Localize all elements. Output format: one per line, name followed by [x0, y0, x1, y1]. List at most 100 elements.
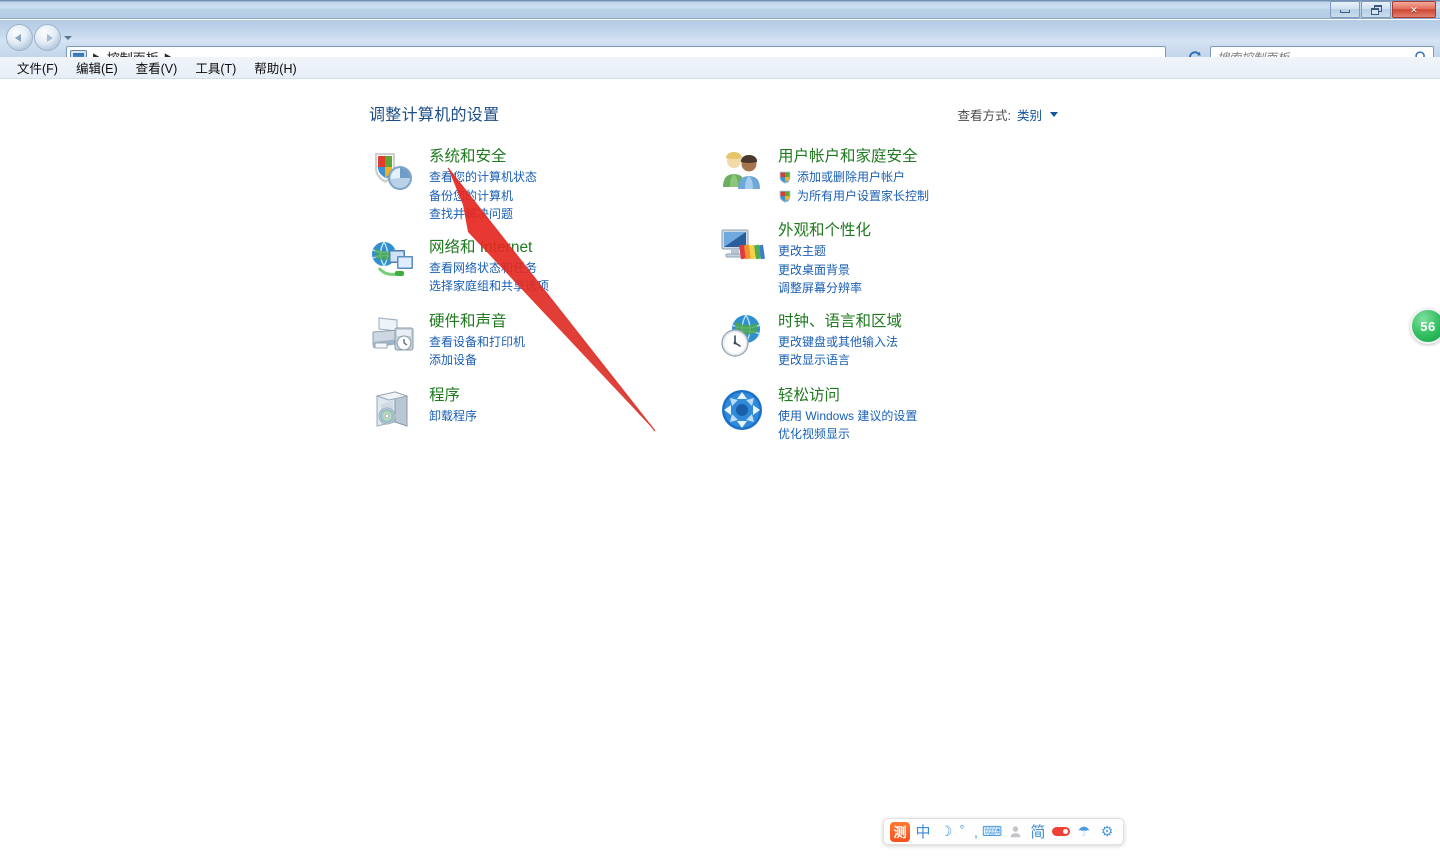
- appearance-monitor-icon: [721, 229, 765, 260]
- moon-glyph: ☽: [939, 823, 953, 839]
- category-link-label: 调整屏幕分辨率: [778, 281, 863, 295]
- category-link[interactable]: 更改键盘或其他输入法: [778, 333, 1068, 352]
- forward-button[interactable]: [34, 24, 61, 51]
- category-link[interactable]: 查看设备和打印机: [429, 333, 719, 352]
- category-title[interactable]: 时钟、语言和区域: [778, 312, 902, 331]
- category-link[interactable]: 为所有用户设置家长控制: [778, 187, 1068, 206]
- menu-help[interactable]: 帮助(H): [245, 56, 305, 79]
- simplified-chinese-glyph: 简: [1030, 824, 1046, 841]
- chevron-down-icon[interactable]: [1050, 112, 1058, 117]
- category-link-label: 添加设备: [429, 353, 478, 367]
- category-link-label: 更改主题: [778, 244, 827, 258]
- menu-view[interactable]: 查看(V): [127, 56, 187, 79]
- programs-box-icon[interactable]: [369, 386, 421, 438]
- category-link[interactable]: 查看网络状态和任务: [429, 259, 719, 278]
- minimize-button[interactable]: [1330, 1, 1360, 18]
- menu-bar: 文件(F) 编辑(E) 查看(V) 工具(T) 帮助(H): [0, 57, 1440, 79]
- window-controls: ×: [1330, 1, 1436, 18]
- user-silhouette: [1009, 825, 1022, 838]
- category-link[interactable]: 调整屏幕分辨率: [778, 279, 1068, 298]
- category-link[interactable]: 优化视频显示: [778, 425, 1068, 444]
- user-accounts-icon[interactable]: [718, 147, 770, 199]
- simplified-chinese-icon[interactable]: 简: [1027, 821, 1049, 843]
- printer-hardware-icon[interactable]: [369, 312, 421, 364]
- clock-globe-icon: [721, 314, 761, 357]
- category-link[interactable]: 使用 Windows 建议的设置: [778, 407, 1068, 426]
- title-bar: ×: [0, 0, 1440, 19]
- network-globe-icon[interactable]: [369, 238, 421, 290]
- moon-icon[interactable]: ☽: [935, 821, 957, 843]
- navigation-buttons: [6, 24, 74, 51]
- skin-icon[interactable]: ☂: [1073, 821, 1095, 843]
- menu-file[interactable]: 文件(F): [8, 56, 67, 79]
- category-link[interactable]: 备份您的计算机: [429, 187, 719, 206]
- category-title[interactable]: 网络和 Internet: [429, 238, 532, 257]
- category-link[interactable]: 查看您的计算机状态: [429, 168, 719, 187]
- ease-of-access-icon: [722, 389, 762, 430]
- soft-keyboard-icon[interactable]: ⌨: [981, 821, 1003, 843]
- category-appearance-monitor: 外观和个性化更改主题更改桌面背景 调整屏幕分辨率: [718, 221, 1068, 298]
- category-title[interactable]: 程序: [429, 386, 460, 405]
- category-column-right: 用户帐户和家庭安全 添加或删除用户帐户 为所有用户设置家长控制 外观和个性化 更…: [718, 147, 1068, 460]
- chinese-mode-icon[interactable]: 中: [912, 821, 934, 843]
- user-icon[interactable]: [1004, 821, 1026, 843]
- programs-box-icon: [375, 390, 409, 427]
- ime-toolbar: 测中 ☽ ゜, ⌨ 简 ☂ ⚙: [883, 818, 1124, 845]
- category-title[interactable]: 用户帐户和家庭安全: [778, 147, 918, 166]
- category-link-label: 更改桌面背景: [778, 262, 851, 277]
- user-accounts-icon: [723, 152, 760, 189]
- category-link-label: 为所有用户设置家长控制: [797, 188, 930, 203]
- menu-edit[interactable]: 编辑(E): [67, 56, 127, 79]
- clock-globe-icon[interactable]: [718, 312, 770, 364]
- category-user-accounts: 用户帐户和家庭安全 添加或删除用户帐户 为所有用户设置家长控制: [718, 147, 1068, 207]
- category-link-label: 备份您的计算机: [429, 188, 514, 203]
- category-link[interactable]: 更改主题: [778, 242, 1068, 261]
- category-title[interactable]: 系统和安全: [429, 147, 507, 166]
- ease-of-access-icon[interactable]: [718, 386, 770, 438]
- category-link-label: 选择家庭组和共享选项: [429, 279, 550, 293]
- category-ease-of-access: 轻松访问使用 Windows 建议的设置 优化视频显示: [718, 386, 1068, 446]
- category-printer-hardware: 硬件和声音查看设备和打印机 添加设备: [369, 312, 719, 372]
- capsule-shape: [1052, 827, 1070, 836]
- settings-gear-glyph: ⚙: [1100, 823, 1114, 839]
- category-title[interactable]: 外观和个性化: [778, 221, 871, 240]
- back-button[interactable]: [6, 24, 33, 51]
- settings-gear-icon[interactable]: ⚙: [1096, 821, 1118, 843]
- punctuation-icon[interactable]: ゜,: [958, 821, 980, 843]
- appearance-monitor-icon[interactable]: [718, 221, 770, 273]
- category-title[interactable]: 硬件和声音: [429, 312, 507, 331]
- view-by-control: 查看方式: 类别: [958, 105, 1058, 124]
- control-panel-window: × ▶ 控制面板 ▶: [0, 0, 1440, 858]
- category-link-label: 查找并解决问题: [429, 207, 514, 221]
- category-column-left: 系统和安全查看您的计算机状态 备份您的计算机 查找并解决问题 网络和 Interne…: [369, 147, 719, 460]
- category-link-label: 添加或删除用户帐户: [797, 170, 906, 184]
- sogou-logo-glyph: 测: [890, 821, 910, 842]
- category-link[interactable]: 选择家庭组和共享选项: [429, 277, 719, 296]
- view-by-value[interactable]: 类别: [1017, 105, 1042, 124]
- category-title[interactable]: 轻松访问: [778, 386, 840, 405]
- close-icon: ×: [1410, 2, 1418, 17]
- punctuation-glyph: ゜,: [960, 823, 978, 840]
- category-link[interactable]: 添加或删除用户帐户: [778, 168, 1068, 187]
- sogou-logo-icon[interactable]: 测: [889, 821, 911, 843]
- edge-badge[interactable]: 56: [1410, 308, 1440, 344]
- soft-keyboard-glyph: ⌨: [981, 823, 1003, 839]
- category-security-shield: 系统和安全查看您的计算机状态 备份您的计算机 查找并解决问题: [369, 147, 719, 224]
- category-link[interactable]: 查找并解决问题: [429, 205, 719, 224]
- security-shield-icon: [375, 153, 412, 190]
- category-link-label: 更改显示语言: [778, 353, 851, 367]
- menu-tools[interactable]: 工具(T): [186, 56, 245, 79]
- category-link-label: 查看网络状态和任务: [429, 260, 538, 275]
- category-link[interactable]: 更改显示语言: [778, 351, 1068, 370]
- category-link[interactable]: 卸载程序: [429, 407, 719, 426]
- capsule-icon[interactable]: [1050, 821, 1072, 843]
- maximize-button[interactable]: [1361, 1, 1391, 18]
- category-network-globe: 网络和 Internet 查看网络状态和任务 选择家庭组和共享选项: [369, 238, 719, 298]
- security-shield-icon[interactable]: [369, 147, 421, 199]
- maximize-icon: [1370, 4, 1382, 15]
- category-link[interactable]: 更改桌面背景: [778, 261, 1068, 280]
- close-button[interactable]: ×: [1392, 1, 1436, 18]
- category-programs-box: 程序 卸载程序: [369, 386, 719, 446]
- category-link[interactable]: 添加设备: [429, 351, 719, 370]
- uac-shield-icon: [779, 171, 791, 184]
